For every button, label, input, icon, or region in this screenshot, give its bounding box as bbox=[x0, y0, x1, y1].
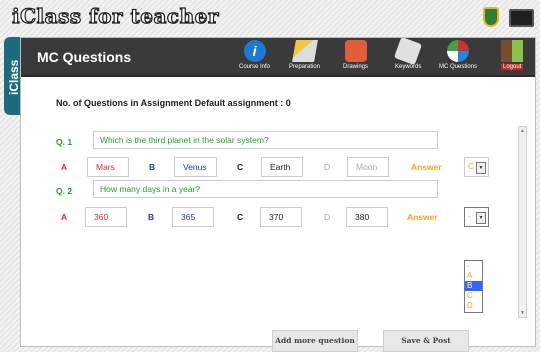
dropdown-option[interactable]: D bbox=[465, 301, 482, 311]
option-b-input[interactable]: 365 bbox=[172, 207, 214, 227]
option-d-input[interactable]: 380 bbox=[346, 207, 388, 227]
option-c-input[interactable]: Earth bbox=[261, 157, 303, 177]
dropdown-option-highlighted[interactable]: B bbox=[465, 281, 482, 291]
option-a-input[interactable]: Mars bbox=[87, 157, 129, 177]
info-icon: i bbox=[243, 40, 266, 62]
option-letter-b: B bbox=[148, 212, 155, 222]
nav-mc-questions[interactable]: MC Questions bbox=[439, 40, 477, 70]
header-bar: MC Questions i Course Info Preparation D… bbox=[21, 36, 535, 77]
option-letter-b: B bbox=[149, 162, 156, 172]
add-more-question-button[interactable]: Add more question bbox=[272, 330, 358, 352]
question-text-input[interactable]: How many days in a year? bbox=[93, 180, 438, 198]
save-post-button[interactable]: Save & Post bbox=[383, 330, 469, 352]
answer-value: - bbox=[468, 212, 471, 221]
question-label: Q. 2 bbox=[56, 186, 73, 196]
scroll-up-icon[interactable]: ▲ bbox=[519, 127, 526, 135]
drawings-icon bbox=[344, 40, 367, 62]
scroll-down-icon[interactable]: ▼ bbox=[519, 309, 526, 317]
option-a-input[interactable]: 360 bbox=[85, 207, 127, 227]
question-text-input[interactable]: Which is the third planet in the solar s… bbox=[93, 131, 438, 149]
nav-label: Drawings bbox=[343, 64, 369, 70]
option-letter-c: C bbox=[237, 162, 244, 172]
nav-label: Keywords bbox=[395, 64, 422, 70]
nav-label: Preparation bbox=[289, 64, 321, 70]
answer-label: Answer bbox=[411, 162, 442, 172]
nav-keywords[interactable]: Keywords bbox=[394, 36, 423, 70]
answer-select[interactable]: - ▼ bbox=[464, 207, 489, 227]
nav-drawings[interactable]: Drawings bbox=[343, 40, 368, 70]
logout-icon bbox=[501, 40, 524, 62]
option-letter-c: C bbox=[237, 212, 244, 222]
school-crest-icon bbox=[483, 7, 499, 27]
preparation-icon bbox=[291, 40, 318, 62]
option-c-input[interactable]: 370 bbox=[260, 207, 302, 227]
chevron-down-icon[interactable]: ▼ bbox=[476, 212, 486, 224]
nav-preparation[interactable]: Preparation bbox=[289, 40, 320, 70]
chevron-down-icon[interactable]: ▼ bbox=[476, 162, 486, 174]
answer-label: Answer bbox=[407, 212, 438, 222]
page-title: MC Questions bbox=[37, 49, 132, 65]
nav-label: Course Info bbox=[239, 64, 271, 70]
nav-label: MC Questions bbox=[439, 64, 478, 70]
app-logo: iClass for teacher bbox=[11, 3, 219, 28]
answer-dropdown-list[interactable]: - A B C D bbox=[464, 260, 483, 313]
dropdown-option[interactable]: A bbox=[465, 271, 482, 281]
answer-value: C bbox=[468, 162, 474, 171]
option-b-input[interactable]: Venus bbox=[174, 157, 217, 177]
option-letter-d: D bbox=[324, 162, 331, 172]
option-letter-a: A bbox=[61, 162, 68, 172]
keywords-icon bbox=[394, 36, 423, 66]
side-tab-label: iClass bbox=[7, 59, 21, 95]
option-letter-a: A bbox=[61, 212, 68, 222]
answer-select[interactable]: C ▼ bbox=[464, 157, 489, 177]
vertical-scrollbar[interactable]: ▲ ▼ bbox=[518, 126, 527, 318]
dropdown-option[interactable]: C bbox=[465, 291, 482, 301]
assignment-info: No. of Questions in Assignment Default a… bbox=[56, 98, 291, 108]
top-bar: iClass for teacher bbox=[0, 0, 540, 38]
nav-label: Logout bbox=[501, 64, 524, 70]
monitor-icon[interactable] bbox=[509, 9, 534, 27]
option-letter-d: D bbox=[324, 212, 331, 222]
question-label: Q. 1 bbox=[56, 137, 73, 147]
main-window: MC Questions i Course Info Preparation D… bbox=[20, 36, 536, 352]
option-d-input[interactable]: Moon bbox=[347, 157, 389, 177]
nav-course-info[interactable]: i Course Info bbox=[239, 40, 270, 70]
mc-questions-icon bbox=[447, 40, 469, 62]
dropdown-option[interactable]: - bbox=[465, 261, 482, 271]
nav-logout[interactable]: Logout bbox=[501, 40, 524, 70]
